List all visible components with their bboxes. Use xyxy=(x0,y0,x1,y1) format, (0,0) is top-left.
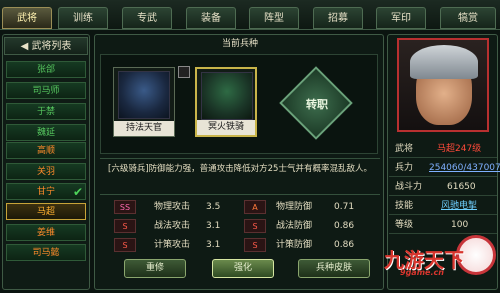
tab-recruit[interactable]: 招募 xyxy=(313,7,363,29)
general-item[interactable]: 关羽 xyxy=(6,163,86,180)
grade-badge: S xyxy=(244,219,266,233)
general-helmet xyxy=(410,45,478,79)
stat-name: 战法防御 xyxy=(276,221,313,231)
stat-name: 物理防御 xyxy=(276,202,313,212)
stat-value: 3.1 xyxy=(206,240,221,250)
stat-row: SS 物理攻击 3.5 A 物理防御 0.71 xyxy=(108,198,378,216)
tab-generals[interactable]: 武将 xyxy=(2,7,52,29)
unit-description: [六级骑兵]防御能力强，普通攻击降低对方25士气并有概率混乱敌人。 xyxy=(108,164,372,174)
tab-reward[interactable]: 犒赏 xyxy=(440,7,496,29)
grade-badge: A xyxy=(244,200,266,214)
general-item[interactable]: 高顺 xyxy=(6,142,86,159)
transfer-button-label[interactable]: 转职 xyxy=(300,96,334,112)
info-value: 100 xyxy=(451,220,469,230)
unit-label: 持法天官 xyxy=(114,121,174,136)
general-item-label: 甘宁 xyxy=(36,187,55,197)
grade-badge: S xyxy=(244,238,266,252)
info-key: 武将 xyxy=(395,144,414,154)
stat-value: 0.86 xyxy=(334,221,355,231)
info-key: 兵力 xyxy=(395,163,414,173)
info-value: 马超247级 xyxy=(437,144,482,154)
unit-portrait-icon xyxy=(201,72,253,120)
stat-name: 物理攻击 xyxy=(154,202,191,212)
info-key: 技能 xyxy=(395,201,414,211)
general-item[interactable]: 姜维 xyxy=(6,224,86,241)
stat-name: 战法攻击 xyxy=(154,221,191,231)
general-item[interactable]: 魏延 xyxy=(6,124,86,141)
stat-row: S 战法攻击 3.1 S 战法防御 0.86 xyxy=(108,217,378,235)
info-row: 等级 100 xyxy=(389,216,497,234)
general-list-title: ◀ 武将列表 xyxy=(4,37,88,55)
stat-value: 0.71 xyxy=(334,202,355,212)
info-row: 技能 风驰电掣 xyxy=(389,197,497,215)
check-icon: ✔ xyxy=(72,185,83,199)
info-key: 战斗力 xyxy=(395,182,423,192)
info-value: 61650 xyxy=(447,182,476,192)
unit-card-selected[interactable]: 冥火铁骑 xyxy=(195,67,257,137)
collapse-arrow-icon[interactable]: ◀ xyxy=(21,41,32,52)
info-key: 等级 xyxy=(395,220,414,230)
stat-value: 0.86 xyxy=(334,240,355,250)
unit-skin-button[interactable]: 兵种皮肤 xyxy=(298,259,370,278)
general-list-title-text: 武将列表 xyxy=(31,41,72,52)
divider xyxy=(100,194,380,195)
general-item[interactable]: 司马师 xyxy=(6,82,86,99)
skill-link[interactable]: 风驰电掣 xyxy=(441,197,477,215)
info-row: 战斗力 61650 xyxy=(389,178,497,196)
unit-portrait-icon xyxy=(118,71,170,119)
tab-exclusive-weapon[interactable]: 专武 xyxy=(122,7,172,29)
info-row: 兵力 254060/437007 xyxy=(389,159,500,177)
retrain-button[interactable]: 重修 xyxy=(124,259,186,278)
unit-card[interactable]: 持法天官 xyxy=(113,66,190,137)
general-item-checked[interactable]: 甘宁 ✔ xyxy=(6,183,86,200)
unit-label: 冥火铁骑 xyxy=(197,120,255,135)
general-item[interactable]: 司马懿 xyxy=(6,244,86,261)
lock-slot-icon xyxy=(178,66,190,78)
enhance-button[interactable]: 强化 xyxy=(212,259,274,278)
divider xyxy=(100,158,380,159)
general-item[interactable]: 张郃 xyxy=(6,61,86,78)
general-item[interactable]: 于禁 xyxy=(6,103,86,120)
current-unit-title: 当前兵种 xyxy=(221,39,258,49)
grade-badge: S xyxy=(114,219,136,233)
tab-training[interactable]: 训练 xyxy=(58,7,108,29)
stat-name: 计策攻击 xyxy=(154,240,191,250)
stat-row: S 计策攻击 3.1 S 计策防御 0.86 xyxy=(108,236,378,254)
tab-formation[interactable]: 阵型 xyxy=(249,7,299,29)
stat-value: 3.5 xyxy=(206,202,221,212)
tab-military-seal[interactable]: 军印 xyxy=(376,7,426,29)
stat-value: 3.1 xyxy=(206,221,221,231)
info-row: 武将 马超247级 xyxy=(389,140,497,158)
tab-equipment[interactable]: 装备 xyxy=(186,7,236,29)
stat-name: 计策防御 xyxy=(276,240,313,250)
general-item-selected[interactable]: 马超 xyxy=(6,203,86,220)
troops-value[interactable]: 254060/437007 xyxy=(429,159,500,177)
grade-badge: SS xyxy=(114,200,136,214)
grade-badge: S xyxy=(114,238,136,252)
watermark-subtext: 9game.cn xyxy=(400,268,444,277)
